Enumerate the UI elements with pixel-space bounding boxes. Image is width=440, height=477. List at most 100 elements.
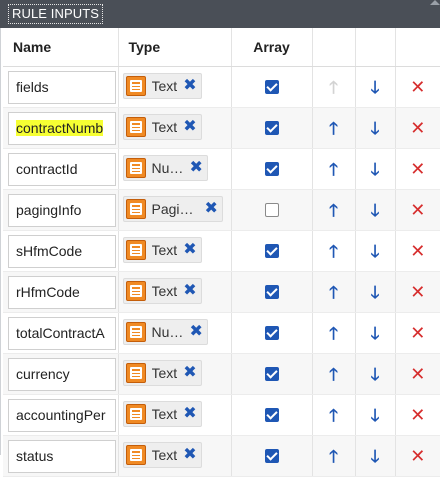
type-cell: Text ✖ — [118, 67, 231, 108]
remove-type-icon[interactable]: ✖ — [190, 160, 203, 176]
type-token[interactable]: Num… ✖ — [123, 319, 208, 345]
input-name-field[interactable]: sHfmCode — [8, 235, 116, 268]
remove-type-icon[interactable]: ✖ — [183, 406, 196, 422]
remove-type-icon[interactable]: ✖ — [190, 324, 203, 340]
array-cell — [231, 395, 312, 436]
table-row: contractId Num… ✖ 🡑 🡓 ✕ — [3, 149, 440, 190]
delete-icon[interactable]: ✕ — [396, 242, 440, 260]
remove-type-icon[interactable]: ✖ — [183, 78, 196, 94]
arrow-up-icon[interactable]: 🡑 — [313, 366, 355, 383]
delete-icon[interactable]: ✕ — [396, 324, 440, 342]
input-name-field[interactable]: status — [8, 440, 116, 473]
arrow-down-icon[interactable]: 🡓 — [356, 366, 395, 383]
type-token[interactable]: Text ✖ — [123, 360, 202, 386]
input-name-field[interactable]: rHfmCode — [8, 276, 116, 309]
type-token[interactable]: Text ✖ — [123, 73, 202, 99]
input-name-field[interactable]: currency — [8, 358, 116, 391]
array-checkbox[interactable] — [265, 203, 279, 217]
type-cell: Num… ✖ — [118, 313, 231, 354]
name-cell: status — [3, 436, 118, 477]
table-row: contractNumb Text ✖ 🡑 🡓 ✕ — [3, 108, 440, 149]
delete-icon[interactable]: ✕ — [396, 78, 440, 96]
arrow-down-icon[interactable]: 🡓 — [356, 243, 395, 260]
move-down-cell: 🡓 — [355, 395, 395, 436]
column-header-array: Array — [231, 28, 312, 67]
remove-type-icon[interactable]: ✖ — [183, 119, 196, 135]
input-name-field[interactable]: accountingPer — [8, 399, 116, 432]
delete-cell: ✕ — [395, 272, 440, 313]
arrow-up-icon[interactable]: 🡑 — [313, 120, 355, 137]
arrow-down-icon[interactable]: 🡓 — [356, 284, 395, 301]
array-checkbox[interactable] — [265, 121, 279, 135]
type-token[interactable]: Text ✖ — [123, 401, 202, 427]
input-name-field[interactable]: fields — [8, 71, 116, 104]
array-checkbox[interactable] — [265, 367, 279, 381]
input-name-field[interactable]: pagingInfo — [8, 194, 116, 227]
delete-icon[interactable]: ✕ — [396, 447, 440, 465]
array-checkbox[interactable] — [265, 408, 279, 422]
remove-type-icon[interactable]: ✖ — [183, 283, 196, 299]
arrow-up-icon[interactable]: 🡑 — [313, 448, 355, 465]
array-checkbox[interactable] — [265, 80, 279, 94]
arrow-down-icon[interactable]: 🡓 — [356, 79, 395, 96]
move-down-cell: 🡓 — [355, 436, 395, 477]
arrow-up-icon[interactable]: 🡑 — [313, 325, 355, 342]
delete-cell: ✕ — [395, 190, 440, 231]
arrow-up-icon[interactable]: 🡑 — [313, 407, 355, 424]
delete-icon[interactable]: ✕ — [396, 201, 440, 219]
input-name-field[interactable]: contractId — [8, 153, 116, 186]
delete-icon[interactable]: ✕ — [396, 365, 440, 383]
arrow-up-icon[interactable]: 🡑 — [313, 243, 355, 260]
type-label: Text — [152, 447, 178, 463]
type-token[interactable]: Pagin… ✖ — [123, 196, 223, 222]
table-row: rHfmCode Text ✖ 🡑 🡓 ✕ — [3, 272, 440, 313]
arrow-down-icon[interactable]: 🡓 — [356, 202, 395, 219]
input-name-field[interactable]: totalContractA — [8, 317, 116, 350]
delete-icon[interactable]: ✕ — [396, 406, 440, 424]
type-token[interactable]: Text ✖ — [123, 237, 202, 263]
type-cell: Num… ✖ — [118, 149, 231, 190]
array-checkbox[interactable] — [265, 244, 279, 258]
arrow-down-icon[interactable]: 🡓 — [356, 161, 395, 178]
arrow-up-icon[interactable]: 🡑 — [313, 284, 355, 301]
type-token[interactable]: Text ✖ — [123, 278, 202, 304]
scroll-up-icon[interactable] — [430, 0, 440, 5]
delete-icon[interactable]: ✕ — [396, 160, 440, 178]
type-cell: Text ✖ — [118, 354, 231, 395]
array-checkbox[interactable] — [265, 326, 279, 340]
array-checkbox[interactable] — [265, 449, 279, 463]
data-type-icon — [126, 158, 146, 178]
arrow-up-icon[interactable]: 🡑 — [313, 161, 355, 178]
input-name-text: pagingInfo — [16, 202, 81, 218]
array-checkbox[interactable] — [265, 162, 279, 176]
column-header-type: Type — [118, 28, 231, 67]
delete-icon[interactable]: ✕ — [396, 119, 440, 137]
type-token[interactable]: Num… ✖ — [123, 155, 208, 181]
remove-type-icon[interactable]: ✖ — [183, 242, 196, 258]
arrow-down-icon[interactable]: 🡓 — [356, 407, 395, 424]
remove-type-icon[interactable]: ✖ — [205, 201, 218, 217]
type-token[interactable]: Text ✖ — [123, 442, 202, 468]
input-name-field[interactable]: contractNumb — [8, 112, 116, 145]
input-name-text: currency — [16, 366, 70, 382]
move-down-cell: 🡓 — [355, 190, 395, 231]
column-header-move-down — [355, 28, 395, 67]
remove-type-icon[interactable]: ✖ — [183, 447, 196, 463]
column-header-name: Name — [3, 28, 118, 67]
remove-type-icon[interactable]: ✖ — [183, 365, 196, 381]
array-checkbox[interactable] — [265, 285, 279, 299]
data-type-icon — [126, 404, 146, 424]
delete-icon[interactable]: ✕ — [396, 283, 440, 301]
arrow-down-icon[interactable]: 🡓 — [356, 120, 395, 137]
input-name-text: fields — [16, 79, 49, 95]
data-type-icon — [126, 363, 146, 383]
type-cell: Text ✖ — [118, 231, 231, 272]
input-name-text: contractId — [16, 161, 77, 177]
type-token[interactable]: Text ✖ — [123, 114, 202, 140]
arrow-up-icon[interactable]: 🡑 — [313, 202, 355, 219]
move-up-cell: 🡑 — [312, 190, 355, 231]
delete-cell: ✕ — [395, 395, 440, 436]
arrow-down-icon[interactable]: 🡓 — [356, 448, 395, 465]
table-row: currency Text ✖ 🡑 🡓 ✕ — [3, 354, 440, 395]
arrow-down-icon[interactable]: 🡓 — [356, 325, 395, 342]
